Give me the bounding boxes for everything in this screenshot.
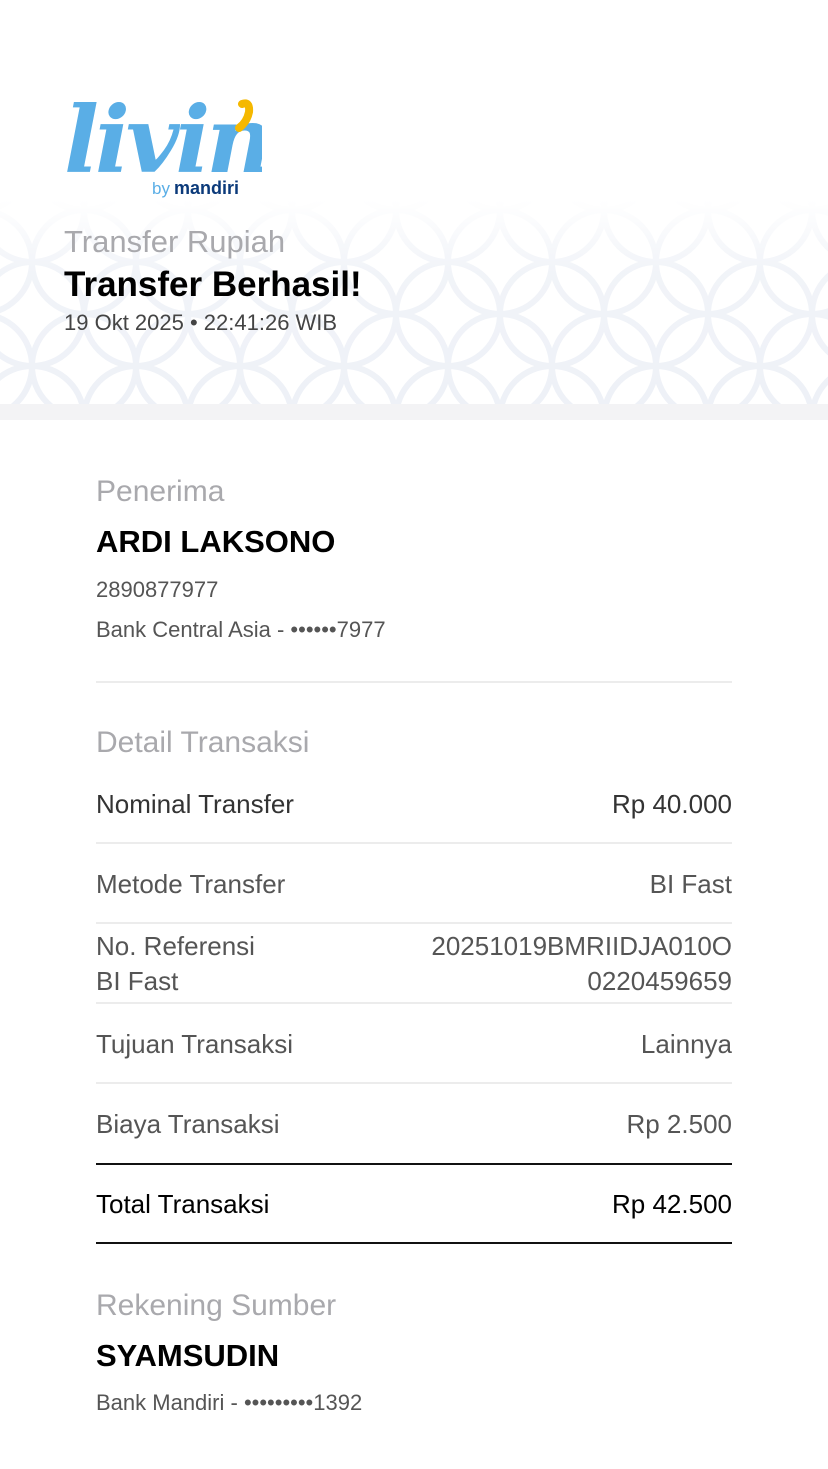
fee-value: Rp 2.500 bbox=[626, 1109, 732, 1139]
source-account-name: SYAMSUDIN bbox=[96, 1338, 280, 1373]
divider bbox=[96, 1002, 732, 1004]
reference-label-line1: No. Referensi bbox=[96, 931, 255, 961]
transfer-method-value: BI Fast bbox=[649, 869, 732, 899]
section-divider-band bbox=[0, 404, 828, 420]
reference-label-line2: BI Fast bbox=[96, 966, 179, 996]
total-bottom-divider bbox=[96, 1242, 732, 1244]
recipient-bank-account: Bank Central Asia - ••••••7977 bbox=[96, 617, 386, 642]
purpose-value: Lainnya bbox=[640, 1029, 732, 1059]
divider bbox=[96, 681, 732, 683]
reference-value-line1: 20251019BMRIIDJA010O bbox=[431, 931, 732, 961]
details-section-label: Detail Transaksi bbox=[96, 726, 310, 759]
total-value: Rp 42.500 bbox=[612, 1189, 732, 1219]
svg-text:by: by bbox=[152, 179, 170, 198]
nominal-transfer-label: Nominal Transfer bbox=[96, 789, 294, 819]
reference-value-line2: 0220459659 bbox=[587, 966, 732, 996]
divider bbox=[96, 922, 732, 924]
transfer-method-label: Metode Transfer bbox=[96, 869, 286, 899]
divider bbox=[96, 1082, 732, 1084]
recipient-section-label: Penerima bbox=[96, 475, 225, 508]
page-subtitle: Transfer Rupiah bbox=[64, 224, 286, 259]
total-label: Total Transaksi bbox=[96, 1189, 270, 1219]
page-title: Transfer Berhasil! bbox=[64, 265, 362, 304]
source-bank-account: Bank Mandiri - •••••••••1392 bbox=[96, 1390, 363, 1415]
recipient-account-number: 2890877977 bbox=[96, 577, 219, 602]
receipt-body: Penerima ARDI LAKSONO 2890877977 Bank Ce… bbox=[0, 420, 828, 1469]
fee-label: Biaya Transaksi bbox=[96, 1109, 280, 1139]
nominal-transfer-value: Rp 40.000 bbox=[612, 789, 732, 819]
purpose-label: Tujuan Transaksi bbox=[96, 1029, 294, 1059]
total-top-divider bbox=[96, 1163, 732, 1165]
livin-mandiri-logo: livin by mandiri bbox=[64, 86, 262, 198]
source-section-label: Rekening Sumber bbox=[96, 1289, 337, 1322]
receipt-header: livin by mandiri Transfer Rupiah Transfe… bbox=[0, 0, 828, 404]
transaction-datetime: 19 Okt 2025 • 22:41:26 WIB bbox=[64, 310, 338, 335]
divider bbox=[96, 842, 732, 844]
recipient-name: ARDI LAKSONO bbox=[96, 524, 336, 559]
svg-text:mandiri: mandiri bbox=[174, 178, 239, 198]
